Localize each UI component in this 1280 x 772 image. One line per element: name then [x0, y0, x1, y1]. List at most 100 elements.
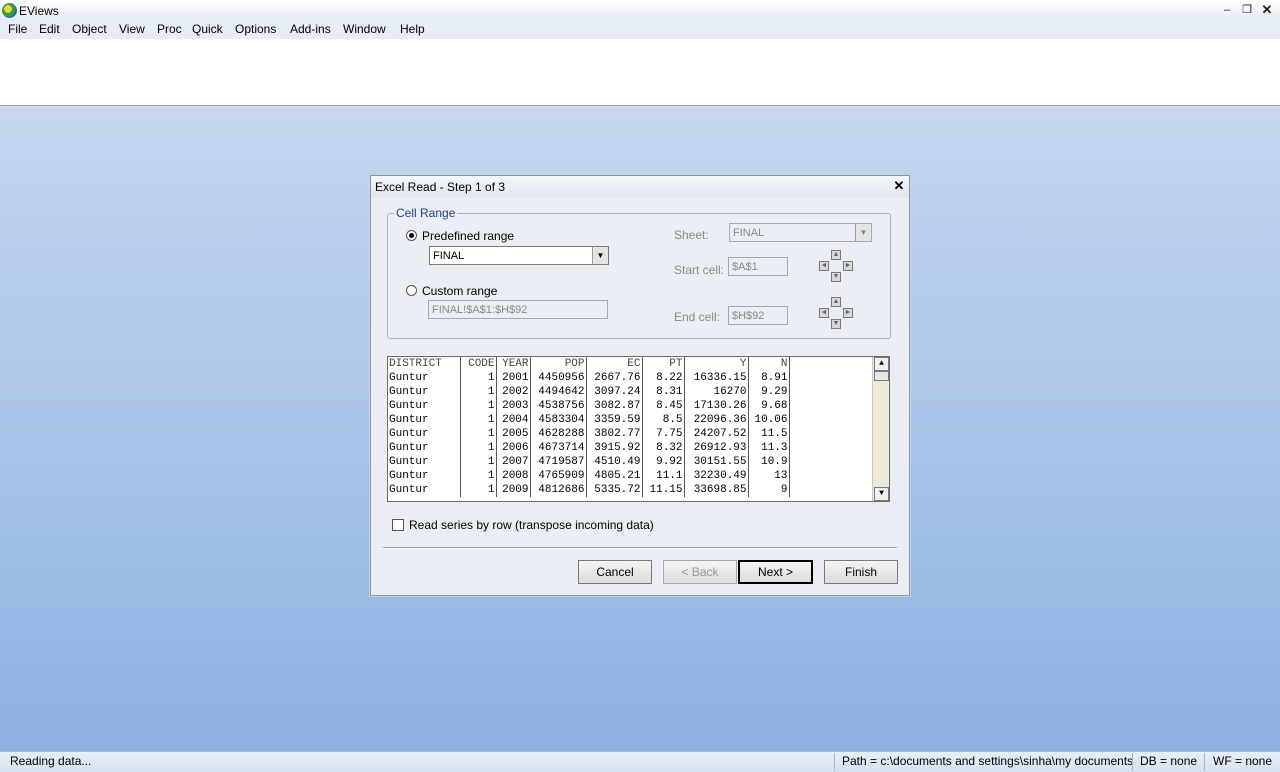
excel-read-dialog: Excel Read - Step 1 of 3 ✕ Cell Range Pr…	[370, 175, 910, 596]
preview-cell: Guntur	[388, 413, 461, 427]
preview-cell: 1	[460, 413, 497, 427]
preview-cell: 4538756	[530, 399, 587, 413]
preview-cell: 3802.77	[586, 427, 643, 441]
scroll-down-icon[interactable]: ▼	[874, 487, 889, 501]
menu-object[interactable]: Object	[70, 22, 109, 36]
preview-row: Guntur 1 2003 4538756 3082.87 8.45 17130.26 9.6…	[388, 399, 790, 413]
menu-quick[interactable]: Quick	[190, 22, 225, 36]
menu-add-ins[interactable]: Add-ins	[288, 22, 333, 36]
scroll-up-icon[interactable]: ▲	[874, 357, 889, 371]
finish-button[interactable]: Finish	[824, 560, 898, 584]
next-button[interactable]: Next >	[738, 560, 813, 584]
preview-cell: 4450956	[530, 371, 587, 385]
preview-cell: 33698.85	[684, 483, 749, 497]
preview-cell: 8.32	[642, 441, 685, 455]
status-bar: Reading data... Path = c:\documents and …	[0, 751, 1280, 772]
end-cell-field[interactable]: $H$92	[728, 306, 788, 325]
custom-range-label: Custom range	[422, 284, 498, 298]
sheet-value: FINAL	[733, 227, 765, 239]
start-cell-field[interactable]: $A$1	[728, 257, 788, 276]
predefined-range-label: Predefined range	[422, 229, 515, 243]
menu-edit[interactable]: Edit	[37, 22, 62, 36]
preview-row: Guntur 1 2004 4583304 3359.59 8.5 22096.36 10.0…	[388, 413, 790, 427]
status-db: DB = none	[1140, 754, 1198, 768]
preview-vertical-scrollbar[interactable]: ▲ ▼	[872, 357, 889, 501]
preview-cell: Guntur	[388, 385, 461, 399]
title-bar: EViews – ❐ ✕	[0, 0, 1280, 20]
scrollbar-thumb[interactable]	[874, 371, 889, 381]
end-left-arrow-icon[interactable]: ◄	[819, 308, 829, 318]
preview-cell: 17130.26	[684, 399, 749, 413]
preview-cell: 3097.24	[586, 385, 643, 399]
preview-cell: 4719587	[530, 455, 587, 469]
preview-cell: 2667.76	[586, 371, 643, 385]
transpose-checkbox[interactable]	[392, 519, 404, 531]
start-right-arrow-icon[interactable]: ►	[843, 261, 853, 271]
preview-cell: 7.75	[642, 427, 685, 441]
column-header: Y	[684, 357, 749, 371]
dialog-close-icon[interactable]: ✕	[891, 178, 907, 194]
preview-row: Guntur 1 2005 4628288 3802.77 7.75 24207.52 11.…	[388, 427, 790, 441]
cancel-button[interactable]: Cancel	[578, 560, 652, 584]
preview-cell: 5335.72	[586, 483, 643, 497]
chevron-down-icon[interactable]: ▼	[592, 247, 608, 264]
end-up-arrow-icon[interactable]: ▲	[831, 297, 841, 307]
preview-cell: 24207.52	[684, 427, 749, 441]
menu-file[interactable]: File	[6, 22, 29, 36]
sheet-select[interactable]: FINAL ▼	[729, 223, 872, 242]
preview-cell: 8.31	[642, 385, 685, 399]
dialog-title: Excel Read - Step 1 of 3	[375, 180, 506, 194]
dialog-title-bar[interactable]: Excel Read - Step 1 of 3 ✕	[371, 176, 909, 197]
predefined-range-select[interactable]: FINAL ▼	[429, 246, 609, 265]
custom-range-field[interactable]: FINAL!$A$1:$H$92	[428, 300, 608, 319]
start-up-arrow-icon[interactable]: ▲	[831, 250, 841, 260]
preview-cell: 4805.21	[586, 469, 643, 483]
menu-proc[interactable]: Proc	[155, 22, 184, 36]
preview-cell: 32230.49	[684, 469, 749, 483]
back-button[interactable]: < Back	[663, 560, 737, 584]
column-header: POP	[530, 357, 587, 371]
restore-icon[interactable]: ❐	[1239, 2, 1255, 18]
data-preview-grid[interactable]: DISTRICT CODE YEAR POP EC PT Y N Guntur 1 2001 4450…	[387, 356, 890, 502]
preview-cell: 8.45	[642, 399, 685, 413]
close-icon[interactable]: ✕	[1259, 2, 1275, 18]
preview-cell: 2003	[496, 399, 531, 413]
preview-cell: 11.15	[642, 483, 685, 497]
preview-cell: 10.06	[748, 413, 790, 427]
preview-cell: 2001	[496, 371, 531, 385]
menu-view[interactable]: View	[117, 22, 147, 36]
start-left-arrow-icon[interactable]: ◄	[819, 261, 829, 271]
menu-help[interactable]: Help	[398, 22, 427, 36]
predefined-range-radio[interactable]	[406, 230, 417, 241]
preview-cell: 4673714	[530, 441, 587, 455]
preview-cell: 1	[460, 399, 497, 413]
menu-options[interactable]: Options	[233, 22, 278, 36]
preview-cell: 10.9	[748, 455, 790, 469]
column-header: DISTRICT	[388, 357, 461, 371]
preview-cell: 30151.55	[684, 455, 749, 469]
dialog-divider	[383, 547, 897, 549]
sheet-label: Sheet:	[674, 228, 709, 242]
end-down-arrow-icon[interactable]: ▼	[831, 319, 841, 329]
chevron-down-icon[interactable]: ▼	[855, 224, 871, 241]
preview-cell: Guntur	[388, 469, 461, 483]
preview-cell: 1	[460, 385, 497, 399]
eviews-app-icon[interactable]	[2, 3, 17, 18]
preview-cell: 9	[748, 483, 790, 497]
predefined-range-value: FINAL	[433, 250, 465, 262]
command-window[interactable]	[0, 39, 1280, 106]
custom-range-radio[interactable]	[406, 285, 417, 296]
preview-row: Guntur 1 2007 4719587 4510.49 9.92 30151.55 10.…	[388, 455, 790, 469]
end-cell-label: End cell:	[674, 310, 721, 324]
minimize-icon[interactable]: –	[1219, 2, 1235, 18]
preview-cell: 1	[460, 469, 497, 483]
preview-cell: Guntur	[388, 455, 461, 469]
preview-cell: 4583304	[530, 413, 587, 427]
preview-row: Guntur 1 2009 4812686 5335.72 11.15 33698.85 9	[388, 483, 790, 497]
end-right-arrow-icon[interactable]: ►	[843, 308, 853, 318]
preview-cell: 3082.87	[586, 399, 643, 413]
start-down-arrow-icon[interactable]: ▼	[831, 272, 841, 282]
preview-row: Guntur 1 2006 4673714 3915.92 8.32 26912.93 11.…	[388, 441, 790, 455]
preview-cell: 9.29	[748, 385, 790, 399]
menu-window[interactable]: Window	[341, 22, 388, 36]
